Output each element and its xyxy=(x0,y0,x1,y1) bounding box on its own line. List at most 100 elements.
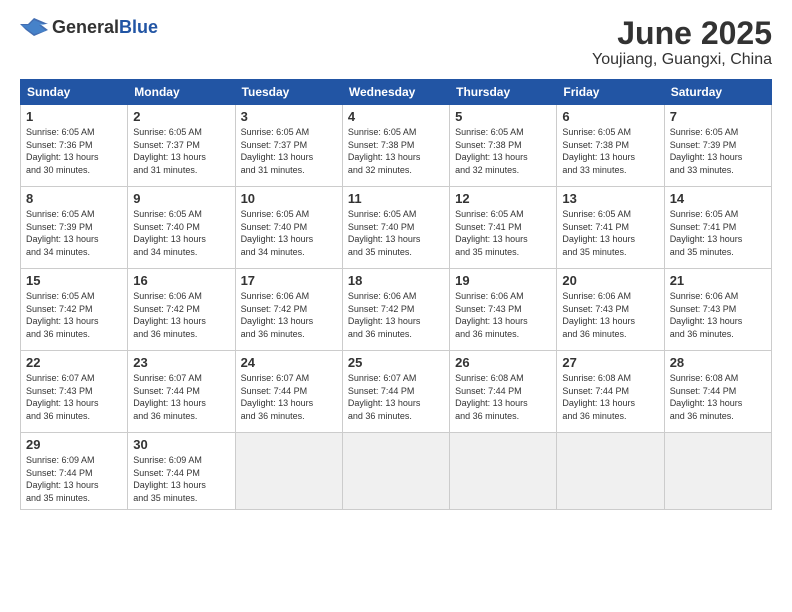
day-info: Sunrise: 6:09 AM Sunset: 7:44 PM Dayligh… xyxy=(26,454,122,504)
col-monday: Monday xyxy=(128,80,235,105)
location-title: Youjiang, Guangxi, China xyxy=(592,51,772,69)
day-number: 11 xyxy=(348,191,444,206)
page: GeneralBlue June 2025 Youjiang, Guangxi,… xyxy=(0,0,792,612)
calendar-week-1: 1Sunrise: 6:05 AM Sunset: 7:36 PM Daylig… xyxy=(21,105,772,187)
day-number: 25 xyxy=(348,355,444,370)
calendar-cell: 20 Sunrise: 6:06 AM Sunset: 7:43 PM Dayli… xyxy=(557,269,664,351)
calendar-cell: 5Sunrise: 6:05 AM Sunset: 7:38 PM Daylig… xyxy=(450,105,557,187)
col-saturday: Saturday xyxy=(664,80,771,105)
calendar-cell: 23Sunrise: 6:07 AM Sunset: 7:44 PM Dayli… xyxy=(128,351,235,433)
day-info: Sunrise: 6:05 AM Sunset: 7:41 PM Dayligh… xyxy=(670,208,766,258)
header-row: Sunday Monday Tuesday Wednesday Thursday… xyxy=(21,80,772,105)
col-friday: Friday xyxy=(557,80,664,105)
day-number: 2 xyxy=(133,109,229,124)
calendar-week-5: 29 Sunrise: 6:09 AM Sunset: 7:44 PM Dayli… xyxy=(21,433,772,509)
calendar-cell: 17Sunrise: 6:06 AM Sunset: 7:42 PM Dayli… xyxy=(235,269,342,351)
calendar-cell xyxy=(342,433,449,509)
day-info: Sunrise: 6:08 AM Sunset: 7:44 PM Dayligh… xyxy=(562,372,658,422)
col-thursday: Thursday xyxy=(450,80,557,105)
title-block: June 2025 Youjiang, Guangxi, China xyxy=(592,16,772,69)
calendar-cell: 2 Sunrise: 6:05 AM Sunset: 7:37 PM Daylig… xyxy=(128,105,235,187)
day-info: Sunrise: 6:06 AM Sunset: 7:43 PM Dayligh… xyxy=(455,290,551,340)
calendar-cell: 18 Sunrise: 6:06 AM Sunset: 7:42 PM Dayli… xyxy=(342,269,449,351)
calendar-cell: 13 Sunrise: 6:05 AM Sunset: 7:41 PM Dayli… xyxy=(557,187,664,269)
day-info: Sunrise: 6:05 AM Sunset: 7:40 PM Dayligh… xyxy=(348,208,444,258)
day-info: Sunrise: 6:05 AM Sunset: 7:39 PM Dayligh… xyxy=(670,126,766,176)
logo-general: General xyxy=(52,17,119,37)
month-title: June 2025 xyxy=(592,16,772,51)
day-info: Sunrise: 6:05 AM Sunset: 7:42 PM Dayligh… xyxy=(26,290,122,340)
day-info: Sunrise: 6:06 AM Sunset: 7:42 PM Dayligh… xyxy=(348,290,444,340)
calendar-week-4: 22Sunrise: 6:07 AM Sunset: 7:43 PM Dayli… xyxy=(21,351,772,433)
day-number: 28 xyxy=(670,355,766,370)
day-info: Sunrise: 6:08 AM Sunset: 7:44 PM Dayligh… xyxy=(670,372,766,422)
day-number: 15 xyxy=(26,273,122,288)
calendar-table: Sunday Monday Tuesday Wednesday Thursday… xyxy=(20,79,772,509)
day-info: Sunrise: 6:05 AM Sunset: 7:40 PM Dayligh… xyxy=(133,208,229,258)
calendar-cell: 25 Sunrise: 6:07 AM Sunset: 7:44 PM Dayli… xyxy=(342,351,449,433)
calendar-cell: 16 Sunrise: 6:06 AM Sunset: 7:42 PM Dayli… xyxy=(128,269,235,351)
day-number: 14 xyxy=(670,191,766,206)
day-info: Sunrise: 6:05 AM Sunset: 7:37 PM Dayligh… xyxy=(133,126,229,176)
calendar-cell: 8 Sunrise: 6:05 AM Sunset: 7:39 PM Daylig… xyxy=(21,187,128,269)
logo: GeneralBlue xyxy=(20,16,158,38)
calendar-cell: 19 Sunrise: 6:06 AM Sunset: 7:43 PM Dayli… xyxy=(450,269,557,351)
day-info: Sunrise: 6:05 AM Sunset: 7:37 PM Dayligh… xyxy=(241,126,337,176)
day-number: 21 xyxy=(670,273,766,288)
col-sunday: Sunday xyxy=(21,80,128,105)
day-info: Sunrise: 6:05 AM Sunset: 7:38 PM Dayligh… xyxy=(348,126,444,176)
day-info: Sunrise: 6:05 AM Sunset: 7:40 PM Dayligh… xyxy=(241,208,337,258)
day-number: 8 xyxy=(26,191,122,206)
day-number: 17 xyxy=(241,273,337,288)
calendar-cell: 10Sunrise: 6:05 AM Sunset: 7:40 PM Dayli… xyxy=(235,187,342,269)
day-info: Sunrise: 6:05 AM Sunset: 7:41 PM Dayligh… xyxy=(455,208,551,258)
calendar-cell: 14 Sunrise: 6:05 AM Sunset: 7:41 PM Dayli… xyxy=(664,187,771,269)
col-tuesday: Tuesday xyxy=(235,80,342,105)
day-info: Sunrise: 6:05 AM Sunset: 7:36 PM Dayligh… xyxy=(26,126,122,176)
calendar-cell xyxy=(450,433,557,509)
day-info: Sunrise: 6:06 AM Sunset: 7:43 PM Dayligh… xyxy=(670,290,766,340)
day-number: 3 xyxy=(241,109,337,124)
day-number: 7 xyxy=(670,109,766,124)
day-number: 30 xyxy=(133,437,229,452)
day-number: 4 xyxy=(348,109,444,124)
day-number: 18 xyxy=(348,273,444,288)
calendar-cell: 29 Sunrise: 6:09 AM Sunset: 7:44 PM Dayli… xyxy=(21,433,128,509)
logo-bird-icon xyxy=(20,16,48,38)
calendar-cell xyxy=(664,433,771,509)
calendar-cell xyxy=(557,433,664,509)
header: GeneralBlue June 2025 Youjiang, Guangxi,… xyxy=(20,16,772,69)
day-number: 16 xyxy=(133,273,229,288)
day-info: Sunrise: 6:06 AM Sunset: 7:42 PM Dayligh… xyxy=(133,290,229,340)
calendar-cell: 26 Sunrise: 6:08 AM Sunset: 7:44 PM Dayli… xyxy=(450,351,557,433)
day-number: 26 xyxy=(455,355,551,370)
calendar-cell: 28 Sunrise: 6:08 AM Sunset: 7:44 PM Dayli… xyxy=(664,351,771,433)
calendar-cell: 6Sunrise: 6:05 AM Sunset: 7:38 PM Daylig… xyxy=(557,105,664,187)
logo-blue: Blue xyxy=(119,17,158,37)
day-number: 29 xyxy=(26,437,122,452)
calendar-cell: 22Sunrise: 6:07 AM Sunset: 7:43 PM Dayli… xyxy=(21,351,128,433)
day-info: Sunrise: 6:05 AM Sunset: 7:38 PM Dayligh… xyxy=(562,126,658,176)
day-number: 20 xyxy=(562,273,658,288)
calendar-cell: 15 Sunrise: 6:05 AM Sunset: 7:42 PM Dayli… xyxy=(21,269,128,351)
calendar-cell: 1Sunrise: 6:05 AM Sunset: 7:36 PM Daylig… xyxy=(21,105,128,187)
day-info: Sunrise: 6:07 AM Sunset: 7:44 PM Dayligh… xyxy=(133,372,229,422)
calendar-cell: 4 Sunrise: 6:05 AM Sunset: 7:38 PM Daylig… xyxy=(342,105,449,187)
day-number: 12 xyxy=(455,191,551,206)
day-info: Sunrise: 6:08 AM Sunset: 7:44 PM Dayligh… xyxy=(455,372,551,422)
calendar-cell: 30Sunrise: 6:09 AM Sunset: 7:44 PM Dayli… xyxy=(128,433,235,509)
calendar-cell: 21 Sunrise: 6:06 AM Sunset: 7:43 PM Dayli… xyxy=(664,269,771,351)
day-info: Sunrise: 6:06 AM Sunset: 7:43 PM Dayligh… xyxy=(562,290,658,340)
day-info: Sunrise: 6:05 AM Sunset: 7:39 PM Dayligh… xyxy=(26,208,122,258)
calendar-cell: 9Sunrise: 6:05 AM Sunset: 7:40 PM Daylig… xyxy=(128,187,235,269)
calendar-cell: 11 Sunrise: 6:05 AM Sunset: 7:40 PM Dayli… xyxy=(342,187,449,269)
col-wednesday: Wednesday xyxy=(342,80,449,105)
day-info: Sunrise: 6:05 AM Sunset: 7:38 PM Dayligh… xyxy=(455,126,551,176)
day-number: 13 xyxy=(562,191,658,206)
day-number: 19 xyxy=(455,273,551,288)
day-info: Sunrise: 6:07 AM Sunset: 7:44 PM Dayligh… xyxy=(348,372,444,422)
calendar-week-3: 15 Sunrise: 6:05 AM Sunset: 7:42 PM Dayli… xyxy=(21,269,772,351)
calendar-cell: 24Sunrise: 6:07 AM Sunset: 7:44 PM Dayli… xyxy=(235,351,342,433)
day-info: Sunrise: 6:05 AM Sunset: 7:41 PM Dayligh… xyxy=(562,208,658,258)
calendar-cell: 12 Sunrise: 6:05 AM Sunset: 7:41 PM Dayli… xyxy=(450,187,557,269)
